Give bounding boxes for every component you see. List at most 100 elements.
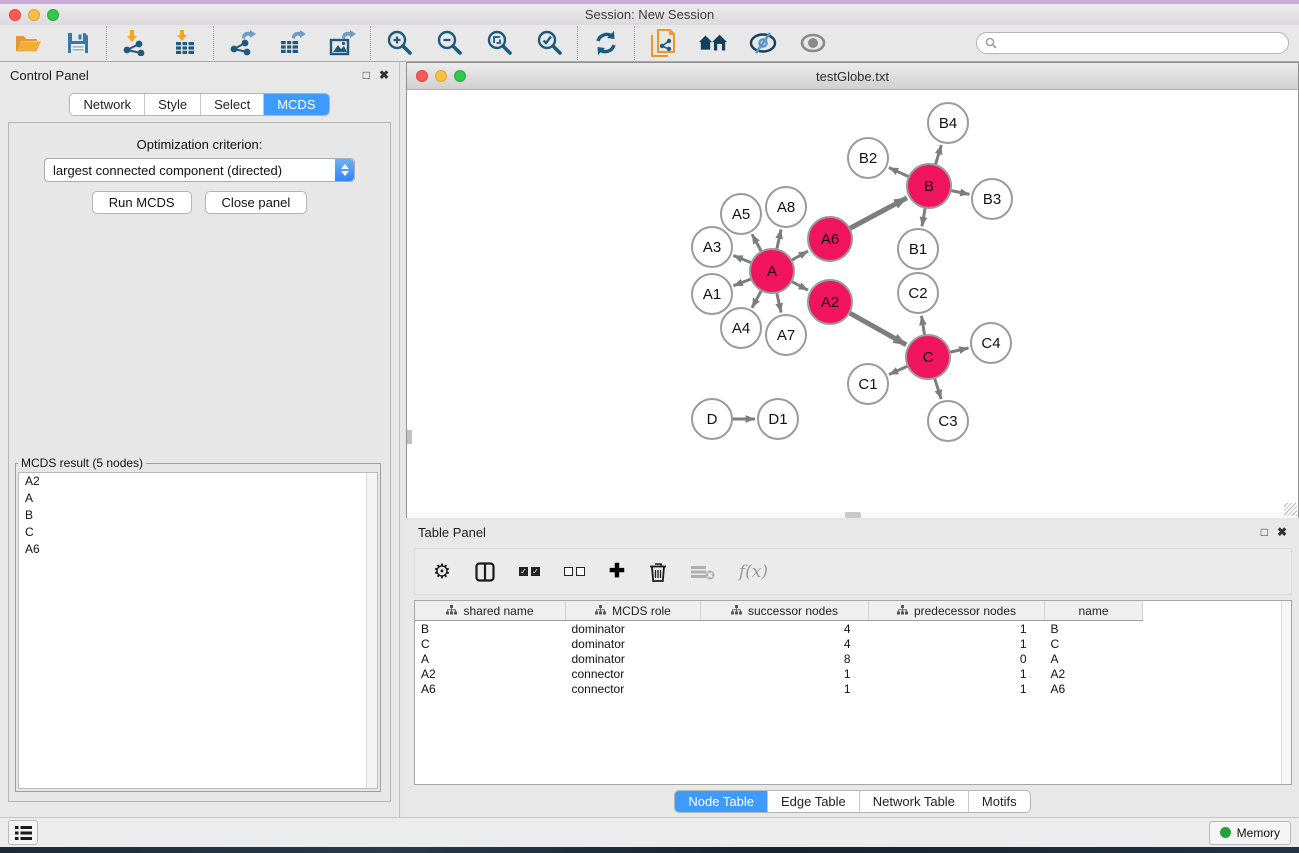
search-input[interactable] bbox=[1002, 35, 1280, 51]
graph-node-label: C bbox=[923, 349, 934, 366]
show-hide-details-icon[interactable] bbox=[748, 29, 778, 57]
graph-node-B4[interactable]: B4 bbox=[928, 103, 968, 143]
close-panel-button[interactable]: Close panel bbox=[205, 191, 308, 214]
optimization-criterion-label: Optimization criterion: bbox=[9, 137, 390, 152]
graph-node-label: C3 bbox=[938, 413, 957, 430]
network-zoom-button[interactable] bbox=[454, 70, 466, 82]
tab-network-table[interactable]: Network Table bbox=[859, 791, 968, 812]
graph-node-B3[interactable]: B3 bbox=[972, 179, 1012, 219]
tab-edge-table[interactable]: Edge Table bbox=[767, 791, 859, 812]
network-canvas[interactable]: A A1 A3A5A8 A4A7 A6 A2 B B1 B2 B3B4 C C1 C2 C3 C4 D D1 bbox=[407, 90, 1298, 512]
run-mcds-button[interactable]: Run MCDS bbox=[92, 191, 192, 214]
table-cell: 8 bbox=[701, 651, 869, 666]
graph-node-B2[interactable]: B2 bbox=[848, 138, 888, 178]
table-row[interactable]: Bdominator41B bbox=[415, 621, 1143, 637]
mcds-list-scrollbar[interactable] bbox=[366, 473, 377, 788]
export-network-icon[interactable] bbox=[227, 29, 257, 57]
table-row[interactable]: A6connector11A6 bbox=[415, 681, 1143, 696]
open-session-icon[interactable] bbox=[13, 29, 43, 57]
column-header-mcds-role[interactable]: MCDS role bbox=[566, 601, 701, 621]
tab-mcds[interactable]: MCDS bbox=[263, 94, 328, 115]
graph-node-A5[interactable]: A5 bbox=[721, 194, 761, 234]
refresh-icon[interactable] bbox=[591, 29, 621, 57]
search-field[interactable] bbox=[976, 32, 1289, 54]
table-cell: 0 bbox=[869, 651, 1045, 666]
graph-node-C1[interactable]: C1 bbox=[848, 364, 888, 404]
float-panel-icon[interactable]: □ bbox=[363, 68, 370, 82]
control-panel-title: Control Panel bbox=[10, 68, 89, 83]
graph-node-A1[interactable]: A1 bbox=[692, 274, 732, 314]
mcds-result-item[interactable]: C bbox=[19, 524, 377, 541]
graph-node-A[interactable]: A bbox=[750, 249, 794, 293]
zoom-in-icon[interactable] bbox=[384, 29, 414, 57]
network-horizontal-scrollbar[interactable] bbox=[407, 512, 1298, 518]
close-panel-icon[interactable]: ✖ bbox=[379, 68, 389, 82]
graph-node-A2[interactable]: A2 bbox=[808, 280, 852, 324]
table-row[interactable]: Cdominator41C bbox=[415, 636, 1143, 651]
network-vertical-scrollbar[interactable] bbox=[407, 430, 412, 444]
column-header-predecessor-nodes[interactable]: predecessor nodes bbox=[869, 601, 1045, 621]
graph-node-C4[interactable]: C4 bbox=[971, 323, 1011, 363]
deselect-all-columns-icon[interactable] bbox=[564, 559, 585, 585]
first-neighbors-icon[interactable] bbox=[698, 29, 728, 57]
delete-column-icon[interactable] bbox=[649, 559, 667, 585]
tab-node-table[interactable]: Node Table bbox=[675, 791, 767, 812]
criterion-dropdown[interactable]: largest connected component (directed) bbox=[44, 158, 355, 182]
import-network-icon[interactable] bbox=[120, 29, 150, 57]
eye-icon[interactable] bbox=[798, 29, 828, 57]
table-settings-gear-icon[interactable]: ⚙ bbox=[433, 559, 451, 585]
add-column-icon[interactable]: ✚ bbox=[609, 559, 625, 585]
graph-node-C[interactable]: C bbox=[906, 335, 950, 379]
window-title: Session: New Session bbox=[0, 7, 1299, 22]
status-bar: Memory bbox=[0, 817, 1299, 847]
select-all-columns-icon[interactable]: ✓✓ bbox=[519, 559, 540, 585]
float-table-panel-icon[interactable]: □ bbox=[1261, 525, 1268, 539]
column-header-shared-name[interactable]: shared name bbox=[415, 601, 566, 621]
column-header-successor-nodes[interactable]: successor nodes bbox=[701, 601, 869, 621]
close-table-panel-icon[interactable]: ✖ bbox=[1277, 525, 1287, 539]
mcds-result-item[interactable]: B bbox=[19, 507, 377, 524]
tab-network[interactable]: Network bbox=[70, 94, 144, 115]
mcds-result-list[interactable]: A2ABCA6 bbox=[18, 472, 378, 789]
graph-node-D[interactable]: D bbox=[692, 399, 732, 439]
task-history-button[interactable] bbox=[8, 820, 38, 845]
split-column-icon[interactable] bbox=[475, 559, 495, 585]
zoom-out-icon[interactable] bbox=[434, 29, 464, 57]
graph-node-A7[interactable]: A7 bbox=[766, 315, 806, 355]
graph-node-A3[interactable]: A3 bbox=[692, 227, 732, 267]
table-row[interactable]: Adominator80A bbox=[415, 651, 1143, 666]
table-scrollbar[interactable] bbox=[1281, 601, 1291, 784]
graph-node-A8[interactable]: A8 bbox=[766, 187, 806, 227]
graph-node-C3[interactable]: C3 bbox=[928, 401, 968, 441]
network-close-button[interactable] bbox=[416, 70, 428, 82]
mcds-result-item[interactable]: A6 bbox=[19, 541, 377, 558]
save-session-icon[interactable] bbox=[63, 29, 93, 57]
graph-node-A6[interactable]: A6 bbox=[808, 217, 852, 261]
table-row[interactable]: A2connector11A2 bbox=[415, 666, 1143, 681]
graph-node-label: B2 bbox=[859, 150, 877, 167]
new-network-from-selection-icon[interactable] bbox=[648, 29, 678, 57]
export-image-icon[interactable] bbox=[327, 29, 357, 57]
graph-node-label: B1 bbox=[909, 241, 927, 258]
graph-node-C2[interactable]: C2 bbox=[898, 273, 938, 313]
export-table-icon[interactable] bbox=[277, 29, 307, 57]
network-minimize-button[interactable] bbox=[435, 70, 447, 82]
memory-label: Memory bbox=[1237, 826, 1280, 840]
mcds-result-item[interactable]: A bbox=[19, 490, 377, 507]
column-header-name[interactable]: name bbox=[1045, 601, 1143, 621]
graph-node-D1[interactable]: D1 bbox=[758, 399, 798, 439]
network-window-titlebar[interactable]: testGlobe.txt bbox=[407, 63, 1298, 90]
mcds-result-item[interactable]: A2 bbox=[19, 473, 377, 490]
network-hscroll-thumb[interactable] bbox=[845, 512, 861, 518]
tab-motifs[interactable]: Motifs bbox=[968, 791, 1030, 812]
graph-node-B1[interactable]: B1 bbox=[898, 229, 938, 269]
graph-node-B[interactable]: B bbox=[907, 164, 951, 208]
memory-button[interactable]: Memory bbox=[1209, 821, 1291, 845]
resize-grip-icon[interactable] bbox=[1284, 503, 1297, 516]
tab-style[interactable]: Style bbox=[144, 94, 200, 115]
tab-select[interactable]: Select bbox=[200, 94, 263, 115]
zoom-selected-icon[interactable] bbox=[534, 29, 564, 57]
import-table-icon[interactable] bbox=[170, 29, 200, 57]
zoom-fit-icon[interactable] bbox=[484, 29, 514, 57]
graph-node-A4[interactable]: A4 bbox=[721, 308, 761, 348]
